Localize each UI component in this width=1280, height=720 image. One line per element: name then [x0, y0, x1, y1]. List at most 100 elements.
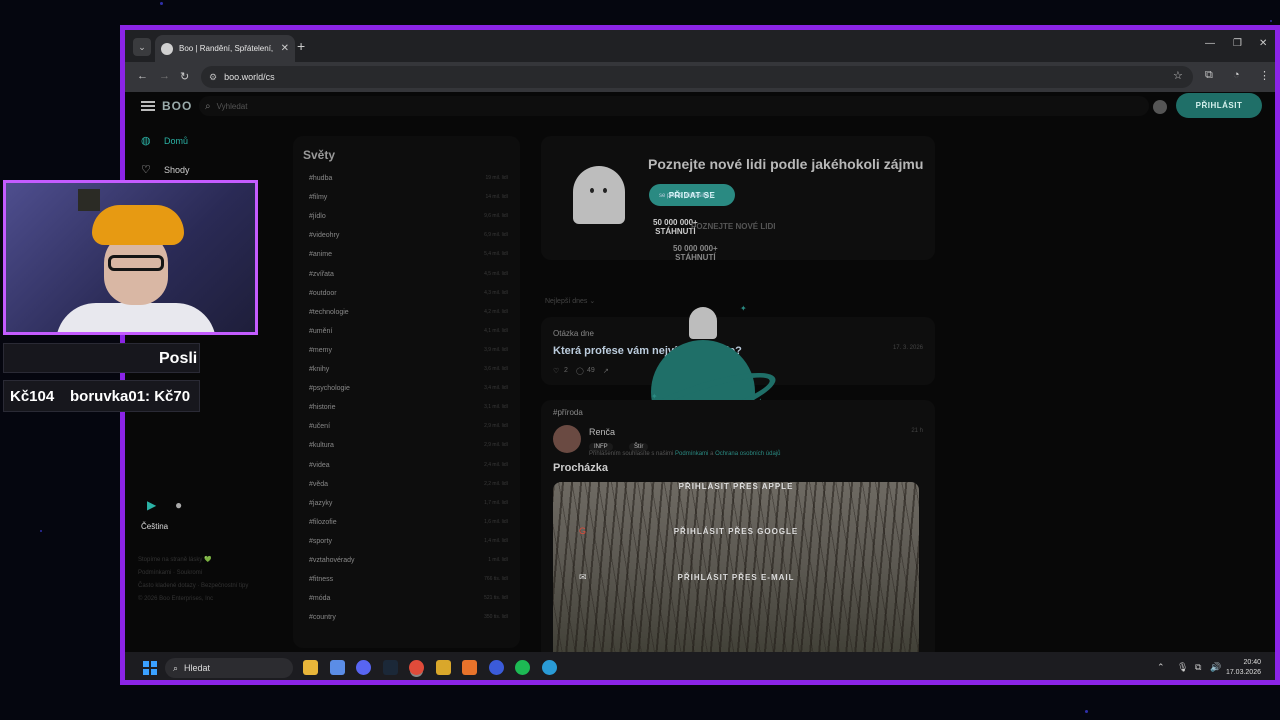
close-tab-icon[interactable]: ✕ — [281, 43, 289, 54]
world-list-item[interactable]: #psychologie 3,4 mil. lidí — [309, 385, 508, 397]
world-list-item[interactable]: #jazyky 1,7 mil. lidí — [309, 500, 508, 512]
post-tag[interactable]: #příroda — [553, 408, 583, 417]
world-list-item[interactable]: #zvířata 4,5 mil. lidí — [309, 271, 508, 283]
sidebar-item-matches[interactable]: ♡ Shody — [141, 164, 190, 176]
close-window-icon[interactable]: ✕ — [1259, 38, 1267, 49]
discord-icon[interactable] — [356, 660, 371, 675]
tab-list-button[interactable]: ⌄ — [133, 38, 151, 56]
microphone-icon[interactable]: 🎙 — [1177, 662, 1188, 673]
notepad-icon[interactable] — [329, 660, 345, 675]
world-list-item[interactable]: #knihy 3,6 mil. lidí — [309, 366, 508, 378]
forward-arrow-icon[interactable]: → — [159, 70, 170, 82]
footer-copyright: © 2026 Boo Enterprises, Inc — [138, 596, 214, 602]
world-list-item[interactable]: #sporty 1,4 mil. lidí — [309, 538, 508, 550]
apple-icon[interactable]: ● — [175, 498, 182, 512]
world-list-item[interactable]: #hudba 19 mil. lidí — [309, 175, 508, 187]
world-list-item[interactable]: #anime 5,4 mil. lidí — [309, 251, 508, 263]
language-selector[interactable]: Čeština — [141, 522, 168, 531]
login-button[interactable]: PŘIHLÁSIT — [1176, 93, 1262, 118]
world-member-count: 3,1 mil. lidí — [484, 404, 508, 411]
taskbar-clock[interactable]: 20:40 17.03.2026 — [1226, 658, 1261, 678]
world-name: #technologie — [309, 308, 349, 316]
world-list-item[interactable]: #outdoor 4,3 mil. lidí — [309, 290, 508, 302]
comment-icon[interactable]: ◯ — [576, 367, 584, 375]
footer-links[interactable]: Často kladené dotazy · Bezpečnostní tipy — [138, 583, 248, 589]
network-icon[interactable]: ⧉ — [1195, 662, 1201, 673]
world-list-item[interactable]: #memy 3,9 mil. lidí — [309, 347, 508, 359]
post-author[interactable]: Renča — [589, 427, 615, 437]
world-list-item[interactable]: #fitness 766 tis. lidí — [309, 576, 508, 588]
boo-logo[interactable]: BOO — [162, 99, 192, 113]
privacy-link[interactable]: Ochrana osobních údajů — [715, 451, 780, 457]
world-member-count: 4,1 mil. lidí — [484, 327, 508, 334]
maximize-window-icon[interactable]: ❐ — [1233, 38, 1242, 49]
extensions-icon[interactable]: ⧉ — [1205, 69, 1213, 82]
sort-dropdown[interactable]: Nejlepší dnes ⌄ — [545, 297, 595, 305]
world-member-count: 9,6 mil. lidí — [484, 213, 508, 220]
world-list-item[interactable]: #učení 2,9 mil. lidí — [309, 423, 508, 435]
worlds-panel: Světy #hudba 19 mil. lidí #filmy 14 mil. li… — [293, 136, 520, 648]
windows-start-icon[interactable] — [143, 661, 157, 675]
steam-icon[interactable] — [382, 660, 398, 675]
world-list-item[interactable]: #videa 2,4 mil. lidí — [309, 462, 508, 474]
search-input[interactable]: ⌕ Vyhledat — [199, 96, 1149, 116]
post-photo[interactable]: PŘIHLÁSIT PŘES APPLE G PŘIHLÁSIT PŘES GO… — [553, 482, 919, 652]
terms-link[interactable]: Podmínkami — [675, 451, 708, 457]
hero-title: Poznejte nové lidi podle jakéhokoli zájm… — [648, 156, 924, 172]
google-login-button[interactable]: PŘIHLÁSIT PŘES GOOGLE — [553, 527, 919, 536]
back-arrow-icon[interactable]: ← — [137, 70, 148, 82]
world-list-item[interactable]: #věda 2,2 mil. lidí — [309, 481, 508, 493]
footer-links[interactable]: Podmínkami · Soukromí — [138, 570, 202, 576]
world-list-item[interactable]: #kultura 2,9 mil. lidí — [309, 442, 508, 454]
hamburger-menu-icon[interactable] — [141, 101, 155, 111]
like-icon[interactable]: ♡ — [553, 367, 559, 375]
world-list-item[interactable]: #filmy 14 mil. lidí — [309, 194, 508, 206]
profile-icon[interactable]: ◔ — [1233, 69, 1240, 81]
sidebar-item-home[interactable]: ◍ Domů — [141, 135, 188, 147]
browser-menu-icon[interactable]: ⋮ — [1259, 69, 1270, 82]
taskbar-search[interactable]: ⌕ Hledat — [165, 658, 293, 678]
qotd-label: Otázka dne — [553, 329, 594, 338]
browser-tab-boo[interactable]: Boo | Randění, Spřátelení, Shodi ✕ — [155, 35, 295, 62]
world-list-item[interactable]: #móda 521 tis. lidí — [309, 595, 508, 607]
world-name: #psychologie — [309, 385, 350, 393]
file-explorer-icon[interactable] — [303, 660, 318, 675]
reload-icon[interactable]: ↻ — [180, 70, 189, 83]
address-bar[interactable]: ⚙ boo.world/cs — [201, 66, 1193, 88]
v-app-icon[interactable] — [488, 660, 504, 675]
world-member-count: 4,5 mil. lidí — [484, 270, 508, 277]
world-name: #country — [309, 614, 336, 622]
world-list-item[interactable]: #filozofie 1,6 mil. lidí — [309, 519, 508, 531]
post-title: Procházka — [553, 462, 609, 474]
tray-chevron-icon[interactable]: ⌃ — [1157, 662, 1165, 673]
firefox-icon[interactable] — [462, 660, 477, 675]
world-member-count: 1 mil. lidí — [488, 557, 508, 563]
volume-icon[interactable]: 🔊 — [1210, 662, 1221, 673]
chrome-icon[interactable] — [409, 660, 424, 675]
world-list-item[interactable]: #umění 4,1 mil. lidí — [309, 328, 508, 340]
comment-count: 49 — [587, 367, 595, 374]
share-icon[interactable]: ↗ — [603, 367, 609, 375]
world-name: #kultura — [309, 442, 334, 450]
edge-icon[interactable] — [541, 660, 557, 675]
world-list-item[interactable]: #jídlo 9,6 mil. lidí — [309, 213, 508, 225]
spotify-icon[interactable] — [515, 660, 530, 675]
email-login-button[interactable]: PŘIHLÁSIT PŘES E-MAIL — [553, 573, 919, 582]
apple-login-button[interactable]: PŘIHLÁSIT PŘES APPLE — [553, 482, 919, 491]
world-name: #filozofie — [309, 518, 337, 526]
world-member-count: 1,7 mil. lidí — [484, 499, 508, 506]
avatar[interactable] — [553, 425, 581, 453]
world-list-item[interactable]: #country 350 tis. lidí — [309, 614, 508, 626]
world-list-item[interactable]: #videohry 6,9 mil. lidí — [309, 232, 508, 244]
world-list-item[interactable]: #technologie 4,2 mil. lidí — [309, 309, 508, 321]
avatar[interactable] — [1153, 100, 1167, 114]
new-tab-button[interactable]: + — [297, 38, 305, 54]
google-play-icon[interactable]: ▶ — [147, 498, 156, 512]
world-list-item[interactable]: #historie 3,1 mil. lidí — [309, 404, 508, 416]
world-member-count: 766 tis. lidí — [484, 576, 508, 583]
bookmark-star-icon[interactable]: ☆ — [1173, 69, 1183, 82]
game-icon[interactable] — [435, 660, 451, 675]
site-info-icon[interactable]: ⚙ — [209, 72, 217, 83]
minimize-window-icon[interactable]: — — [1205, 38, 1215, 49]
world-list-item[interactable]: #vztahovérady 1 mil. lidí — [309, 557, 508, 569]
